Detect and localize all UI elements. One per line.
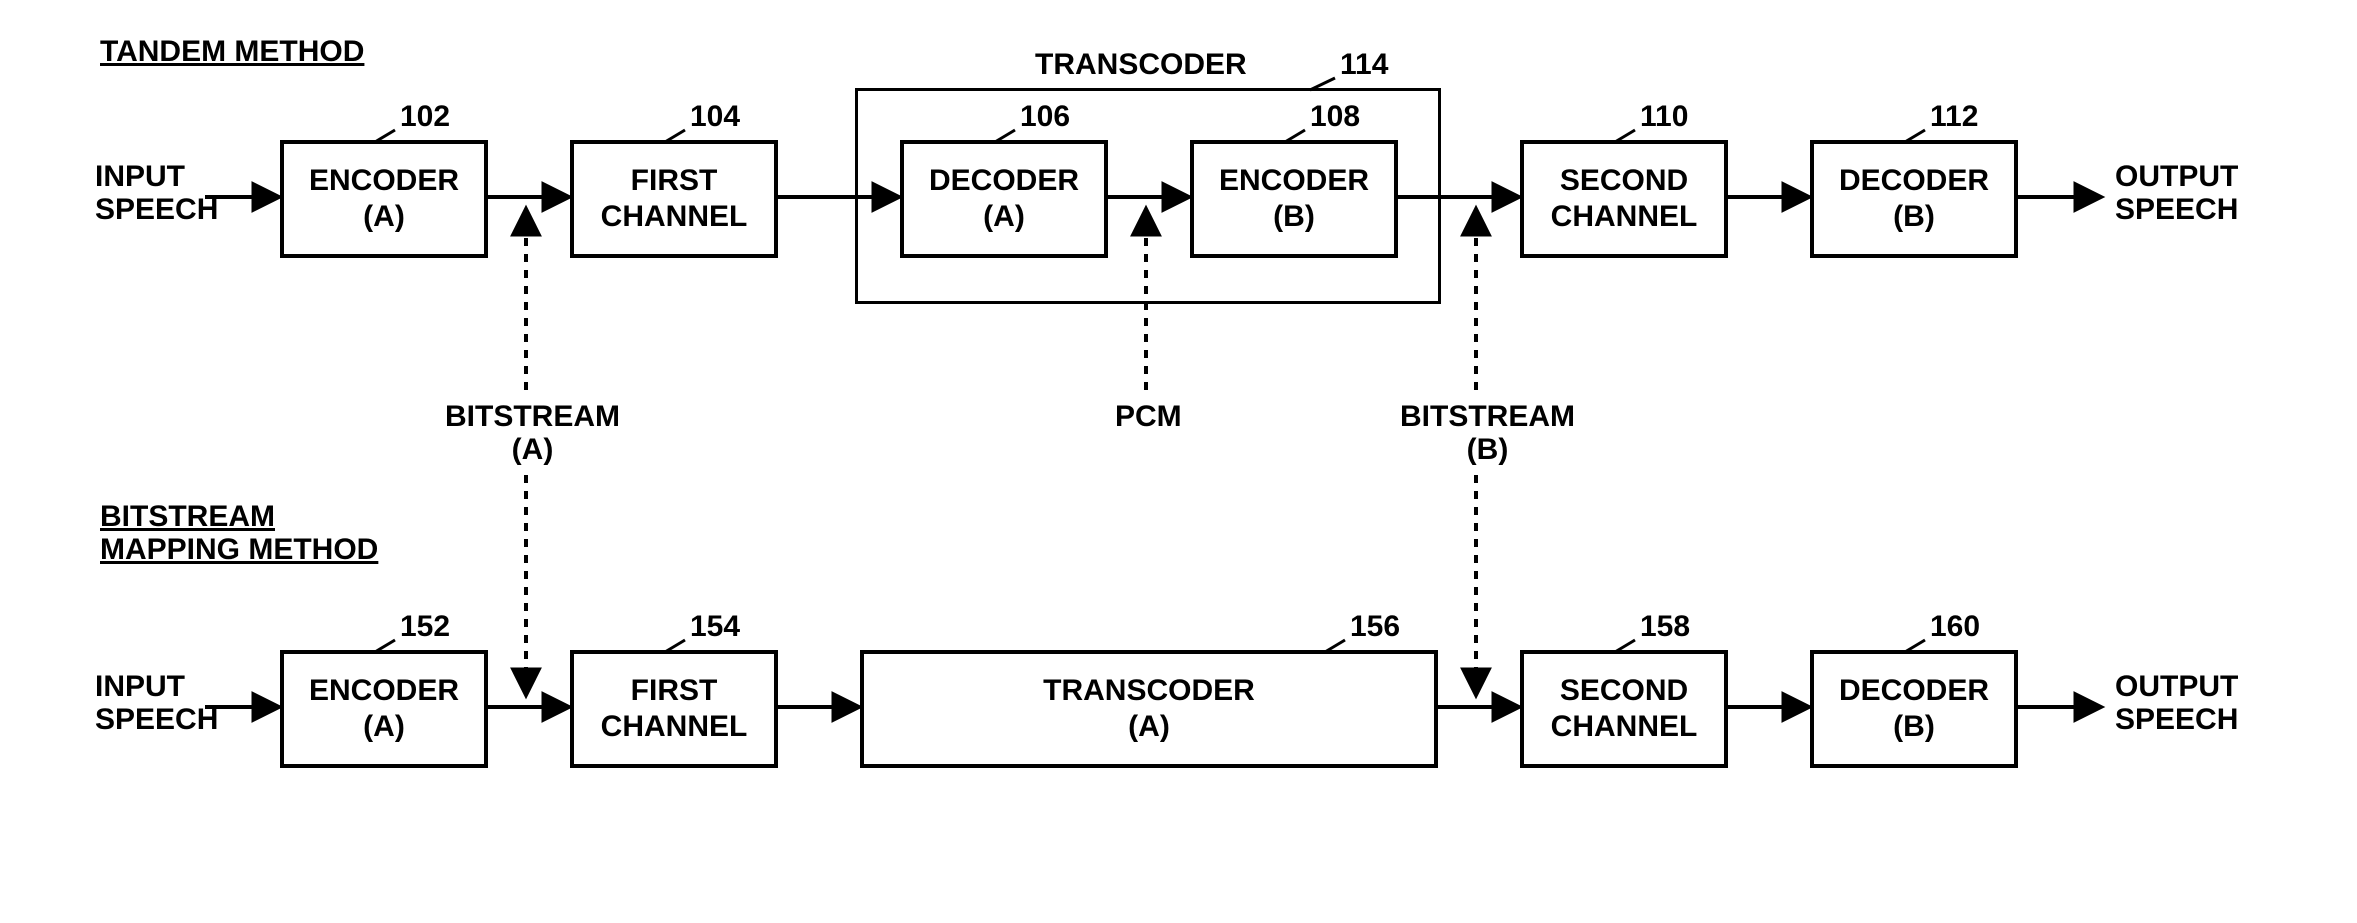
encoder-a-102-l2: (A) [363, 199, 405, 235]
input-speech-bottom: INPUTSPEECH [95, 670, 218, 736]
second-channel-158-l1: SECOND [1560, 673, 1688, 709]
transcoder-a-156-l2: (A) [1128, 709, 1170, 745]
decoder-a-106: DECODER (A) [900, 140, 1108, 258]
num-154: 154 [690, 610, 740, 643]
transcoder-a-156: TRANSCODER (A) [860, 650, 1438, 768]
decoder-b-160-l2: (B) [1893, 709, 1935, 745]
second-channel-110: SECOND CHANNEL [1520, 140, 1728, 258]
decoder-b-112-l1: DECODER [1839, 163, 1989, 199]
encoder-a-102: ENCODER (A) [280, 140, 488, 258]
encoder-a-152: ENCODER (A) [280, 650, 488, 768]
num-152: 152 [400, 610, 450, 643]
decoder-a-106-l2: (A) [983, 199, 1025, 235]
encoder-a-102-l1: ENCODER [309, 163, 459, 199]
num-114: 114 [1340, 48, 1388, 81]
bitstream-mapping-title: BITSTREAMMAPPING METHOD [100, 500, 378, 566]
tandem-method-title: TANDEM METHOD [100, 35, 364, 68]
decoder-b-160: DECODER (B) [1810, 650, 2018, 768]
output-speech-top: OUTPUTSPEECH [2115, 160, 2238, 226]
input-speech-top-text: INPUTSPEECH [95, 160, 218, 226]
first-channel-154-l1: FIRST [631, 673, 718, 709]
first-channel-104: FIRST CHANNEL [570, 140, 778, 258]
bitstream-b-label: BITSTREAM(B) [1400, 400, 1575, 466]
first-channel-154-l2: CHANNEL [601, 709, 748, 745]
transcoder-a-156-l1: TRANSCODER [1043, 673, 1255, 709]
encoder-b-108-l2: (B) [1273, 199, 1315, 235]
num-112: 112 [1930, 100, 1978, 133]
decoder-b-160-l1: DECODER [1839, 673, 1989, 709]
first-channel-104-l2: CHANNEL [601, 199, 748, 235]
num-158: 158 [1640, 610, 1690, 643]
second-channel-158: SECOND CHANNEL [1520, 650, 1728, 768]
num-104: 104 [690, 100, 740, 133]
second-channel-158-l2: CHANNEL [1551, 709, 1698, 745]
second-channel-110-l2: CHANNEL [1551, 199, 1698, 235]
decoder-b-112: DECODER (B) [1810, 140, 2018, 258]
decoder-b-112-l2: (B) [1893, 199, 1935, 235]
second-channel-110-l1: SECOND [1560, 163, 1688, 199]
encoder-a-152-l2: (A) [363, 709, 405, 745]
output-speech-bottom: OUTPUTSPEECH [2115, 670, 2238, 736]
first-channel-104-l1: FIRST [631, 163, 718, 199]
encoder-b-108-l1: ENCODER [1219, 163, 1369, 199]
num-106: 106 [1020, 100, 1070, 133]
first-channel-154: FIRST CHANNEL [570, 650, 778, 768]
bitstream-a-label: BITSTREAM(A) [445, 400, 620, 466]
encoder-a-152-l1: ENCODER [309, 673, 459, 709]
encoder-b-108: ENCODER (B) [1190, 140, 1398, 258]
transcoder-114-label: TRANSCODER [1035, 48, 1247, 81]
num-108: 108 [1310, 100, 1360, 133]
num-102: 102 [400, 100, 450, 133]
num-156: 156 [1350, 610, 1400, 643]
num-110: 110 [1640, 100, 1688, 133]
decoder-a-106-l1: DECODER [929, 163, 1079, 199]
pcm-label: PCM [1115, 400, 1182, 433]
num-160: 160 [1930, 610, 1980, 643]
diagram-root: TANDEM METHOD INPUTSPEECH ENCODER (A) 10… [30, 30, 2327, 893]
